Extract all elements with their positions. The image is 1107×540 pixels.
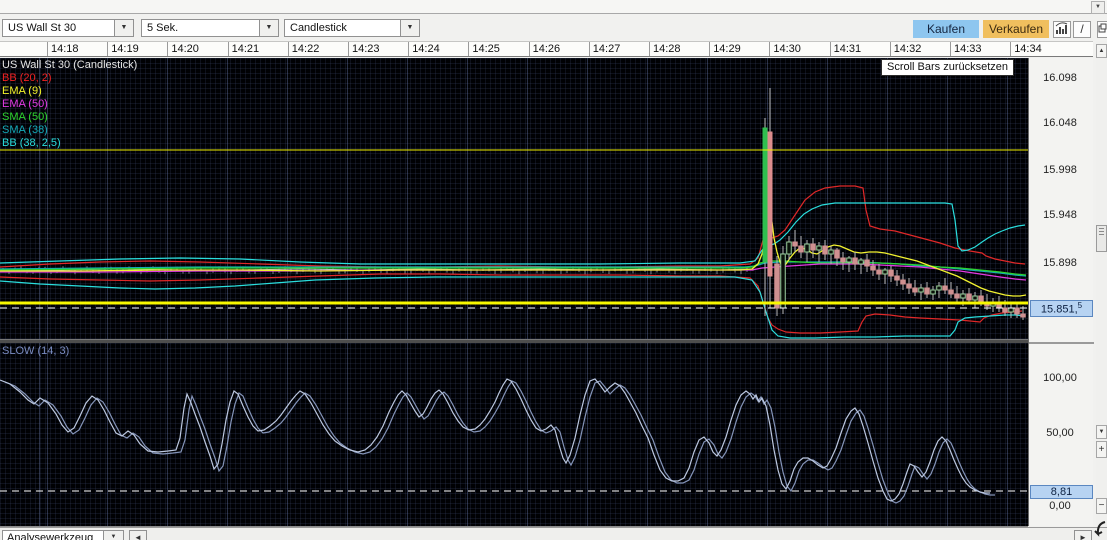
- scroll-down-button[interactable]: ▼: [1096, 425, 1107, 439]
- time-tick: [227, 42, 229, 56]
- time-tick-label: 14:29: [713, 43, 741, 55]
- detach-window-button[interactable]: [1097, 21, 1107, 38]
- trendline-tool-button[interactable]: /: [1073, 21, 1091, 38]
- time-tick-label: 14:34: [1014, 43, 1042, 55]
- top-right-chevron-down-icon[interactable]: ▼: [1091, 1, 1105, 14]
- time-tick: [709, 42, 711, 56]
- time-tick: [107, 42, 109, 56]
- trading-platform-window: ▼ US Wall St 30 ▼ 5 Sek. ▼ Candlestick ▼…: [0, 0, 1107, 540]
- time-tick: [649, 42, 650, 56]
- zoom-out-button[interactable]: −: [1096, 498, 1107, 514]
- price-axis: 16.098 16.048 15.998 15.948 15.898 100,00 50,0…: [1028, 58, 1094, 526]
- time-tick: [348, 42, 349, 56]
- time-tick-label: 14:23: [352, 43, 380, 55]
- axis-label: 16.098: [1043, 72, 1077, 84]
- scrollbar-thumb[interactable]: [1096, 225, 1107, 252]
- axis-label: 0,00: [1049, 500, 1071, 512]
- symbol-select-chevron-down-icon[interactable]: ▼: [114, 19, 134, 37]
- zoom-in-button[interactable]: +: [1096, 441, 1107, 458]
- axis-label: 100,00: [1043, 372, 1077, 384]
- scroll-left-button[interactable]: ◄: [129, 530, 147, 540]
- time-tick: [889, 42, 891, 56]
- time-tick: [167, 42, 169, 56]
- time-tick-label: 14:19: [111, 43, 139, 55]
- time-tick-label: 14:32: [893, 43, 922, 55]
- interval-select[interactable]: 5 Sek. ▼: [141, 19, 279, 37]
- time-tick-label: 14:31: [833, 43, 862, 55]
- chart-legend: US Wall St 30 (Candlestick) BB (20, 2) EM…: [2, 59, 137, 150]
- time-tick-label: 14:33: [954, 43, 982, 55]
- time-tick: [47, 42, 48, 56]
- vertical-scrollbar[interactable]: ▲ ▼ + −: [1096, 41, 1107, 540]
- time-tick-label: 14:20: [171, 43, 199, 55]
- time-tick-label: 14:25: [472, 43, 500, 55]
- time-tick: [829, 42, 831, 56]
- time-tick: [1010, 42, 1012, 56]
- axis-label: 15.948: [1043, 209, 1077, 221]
- stochastic-value-badge: 8,81: [1030, 485, 1093, 499]
- time-tick-label: 14:30: [773, 43, 801, 55]
- time-tick-label: 14:28: [653, 43, 681, 55]
- detach-window-icon: [1098, 23, 1107, 33]
- legend-item: EMA (50): [2, 98, 48, 110]
- reset-scrollbars-tooltip: Scroll Bars zurücksetzen: [881, 59, 1015, 76]
- time-tick-label: 14:21: [231, 43, 260, 55]
- curved-arrow-icon: [1094, 521, 1106, 537]
- buy-button[interactable]: Kaufen: [913, 20, 979, 38]
- time-tick-label: 14:26: [532, 43, 561, 55]
- legend-item: SMA (50): [2, 111, 48, 123]
- time-tick-label: 14:22: [291, 43, 320, 55]
- axis-label: 15.998: [1043, 164, 1077, 176]
- analysis-tool-select[interactable]: Analysewerkzeug: [2, 530, 108, 540]
- legend-item: BB (38, 2,5): [2, 137, 61, 149]
- axis-label: 15.898: [1043, 257, 1077, 269]
- time-tick: [408, 42, 410, 56]
- axis-label: 16.048: [1043, 117, 1077, 129]
- time-tick: [950, 42, 951, 56]
- time-tick-label: 14:18: [51, 43, 79, 55]
- time-tick-label: 14:27: [592, 43, 621, 55]
- bottom-toolbar: Analysewerkzeug ▼ ◄ ►: [0, 527, 1107, 540]
- symbol-select-value[interactable]: US Wall St 30: [2, 19, 117, 37]
- legend-item: EMA (9): [2, 85, 42, 97]
- chart-canvas[interactable]: US Wall St 30 (Candlestick) BB (20, 2) EM…: [0, 58, 1028, 528]
- charttype-select-chevron-down-icon[interactable]: ▼: [400, 19, 420, 37]
- chart-toolbar: US Wall St 30 ▼ 5 Sek. ▼ Candlestick ▼ K…: [0, 14, 1107, 41]
- window-top-strip: ▼: [0, 0, 1107, 14]
- sell-button[interactable]: Verkaufen: [983, 20, 1049, 38]
- axis-label: 50,00: [1046, 427, 1074, 439]
- legend-item: BB (20, 2): [2, 72, 52, 84]
- legend-item: SMA (38): [2, 124, 48, 136]
- reset-view-button[interactable]: [1094, 516, 1107, 540]
- time-tick: [528, 42, 530, 56]
- stochastic-label: SLOW (14, 3): [2, 345, 70, 357]
- time-axis: 14:18 14:19 14:20 14:21 14:22 14:23 14:24 14:25…: [0, 41, 1093, 57]
- time-tick: [588, 42, 590, 56]
- chart-plot: [0, 88, 1028, 504]
- time-tick-label: 14:24: [412, 43, 440, 55]
- charttype-select[interactable]: Candlestick ▼: [284, 19, 420, 37]
- scroll-up-button[interactable]: ▲: [1096, 44, 1107, 58]
- indicator-bars-icon: [1055, 22, 1068, 34]
- legend-title: US Wall St 30 (Candlestick): [2, 59, 138, 71]
- current-price-badge: 15.851,5: [1030, 300, 1093, 317]
- trendline-icon: /: [1080, 22, 1084, 36]
- scroll-right-button[interactable]: ►: [1074, 530, 1092, 540]
- time-tick: [287, 42, 289, 56]
- interval-select-value[interactable]: 5 Sek.: [141, 19, 262, 37]
- axis-panel-divider: [1029, 342, 1094, 344]
- interval-select-chevron-down-icon[interactable]: ▼: [259, 19, 279, 37]
- symbol-select[interactable]: US Wall St 30 ▼: [2, 19, 134, 37]
- indicator-list-button[interactable]: [1053, 21, 1071, 38]
- time-tick: [769, 42, 771, 56]
- analysis-tool-chevron-down-icon[interactable]: ▼: [103, 530, 124, 540]
- time-tick: [468, 42, 470, 56]
- charttype-select-value[interactable]: Candlestick: [284, 19, 403, 37]
